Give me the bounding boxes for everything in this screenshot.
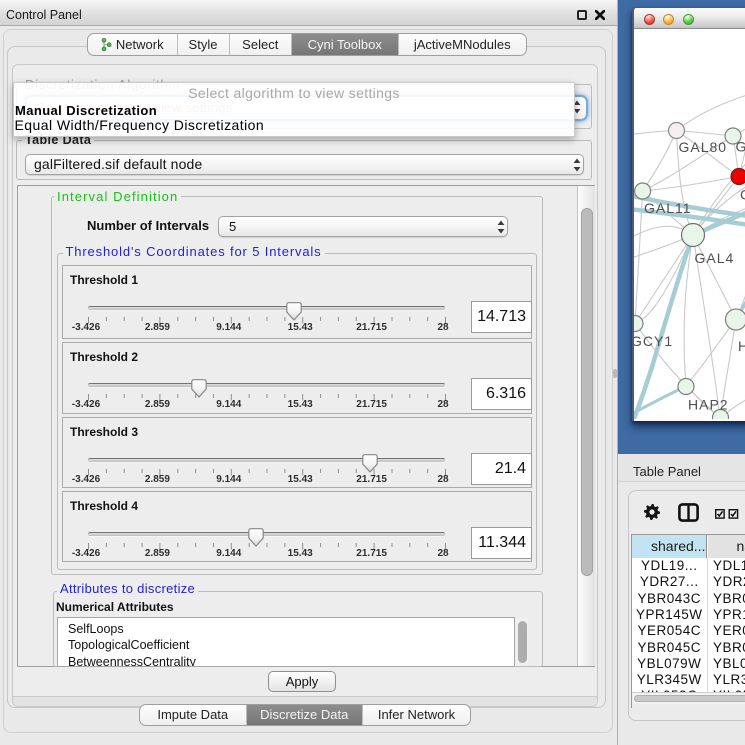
svg-text:C: C: [740, 187, 745, 203]
svg-text:GAL4: GAL4: [695, 250, 735, 266]
svg-text:H: H: [738, 338, 745, 354]
svg-text:GAL11: GAL11: [644, 200, 692, 216]
svg-text:GA: GA: [736, 139, 745, 155]
svg-text:HAP2: HAP2: [688, 397, 729, 413]
svg-text:GAL80: GAL80: [679, 139, 728, 155]
svg-text:GCY1: GCY1: [634, 333, 673, 349]
